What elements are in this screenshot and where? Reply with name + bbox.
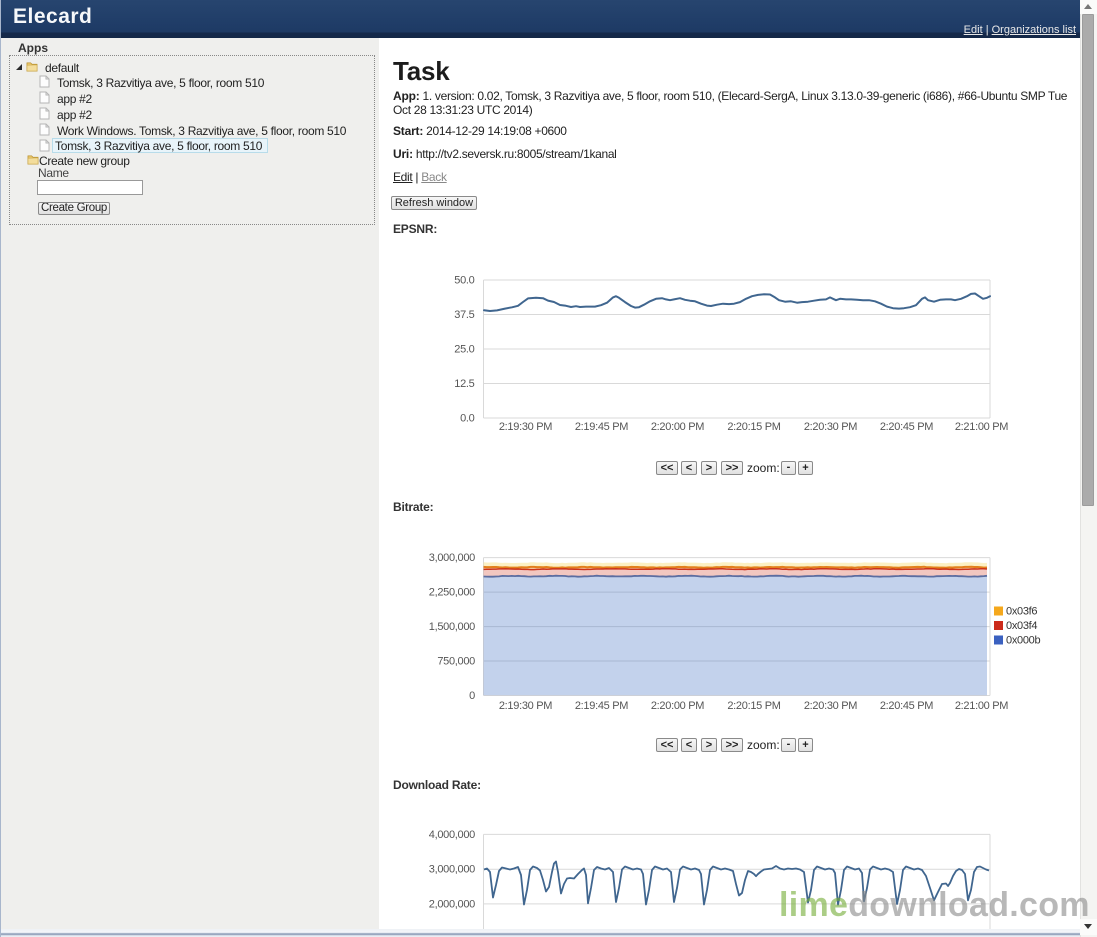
svg-text:2,250,000: 2,250,000 xyxy=(429,587,475,599)
svg-text:50.0: 50.0 xyxy=(454,275,474,287)
svg-text:2:20:30 PM: 2:20:30 PM xyxy=(804,700,857,712)
svg-text:0x03f6: 0x03f6 xyxy=(1006,606,1037,618)
svg-text:2:19:45 PM: 2:19:45 PM xyxy=(575,421,628,433)
svg-text:2:20:15 PM: 2:20:15 PM xyxy=(727,700,780,712)
svg-text:0.0: 0.0 xyxy=(460,413,475,425)
svg-text:2:20:15 PM: 2:20:15 PM xyxy=(727,421,780,433)
svg-text:2:19:30 PM: 2:19:30 PM xyxy=(499,700,552,712)
svg-text:2:20:00 PM: 2:20:00 PM xyxy=(651,421,704,433)
svg-text:2,000,000: 2,000,000 xyxy=(429,898,475,910)
svg-text:2:21:00 PM: 2:21:00 PM xyxy=(955,421,1008,433)
svg-text:2:21:00 PM: 2:21:00 PM xyxy=(955,700,1008,712)
svg-text:2:20:00 PM: 2:20:00 PM xyxy=(651,700,704,712)
svg-text:2:20:45 PM: 2:20:45 PM xyxy=(880,700,933,712)
svg-text:2:19:45 PM: 2:19:45 PM xyxy=(575,700,628,712)
svg-text:37.5: 37.5 xyxy=(454,309,474,321)
svg-text:2:20:30 PM: 2:20:30 PM xyxy=(804,421,857,433)
svg-text:2:20:45 PM: 2:20:45 PM xyxy=(880,421,933,433)
svg-text:750,000: 750,000 xyxy=(437,656,475,668)
svg-text:3,000,000: 3,000,000 xyxy=(429,552,475,564)
svg-text:0: 0 xyxy=(469,690,475,702)
svg-text:4,000,000: 4,000,000 xyxy=(429,829,475,841)
svg-text:0x03f4: 0x03f4 xyxy=(1006,620,1037,632)
svg-text:2:19:30 PM: 2:19:30 PM xyxy=(499,421,552,433)
svg-text:25.0: 25.0 xyxy=(454,344,474,356)
svg-text:0x000b: 0x000b xyxy=(1006,635,1040,647)
svg-text:3,000,000: 3,000,000 xyxy=(429,864,475,876)
svg-text:12.5: 12.5 xyxy=(454,378,474,390)
svg-text:1,500,000: 1,500,000 xyxy=(429,621,475,633)
